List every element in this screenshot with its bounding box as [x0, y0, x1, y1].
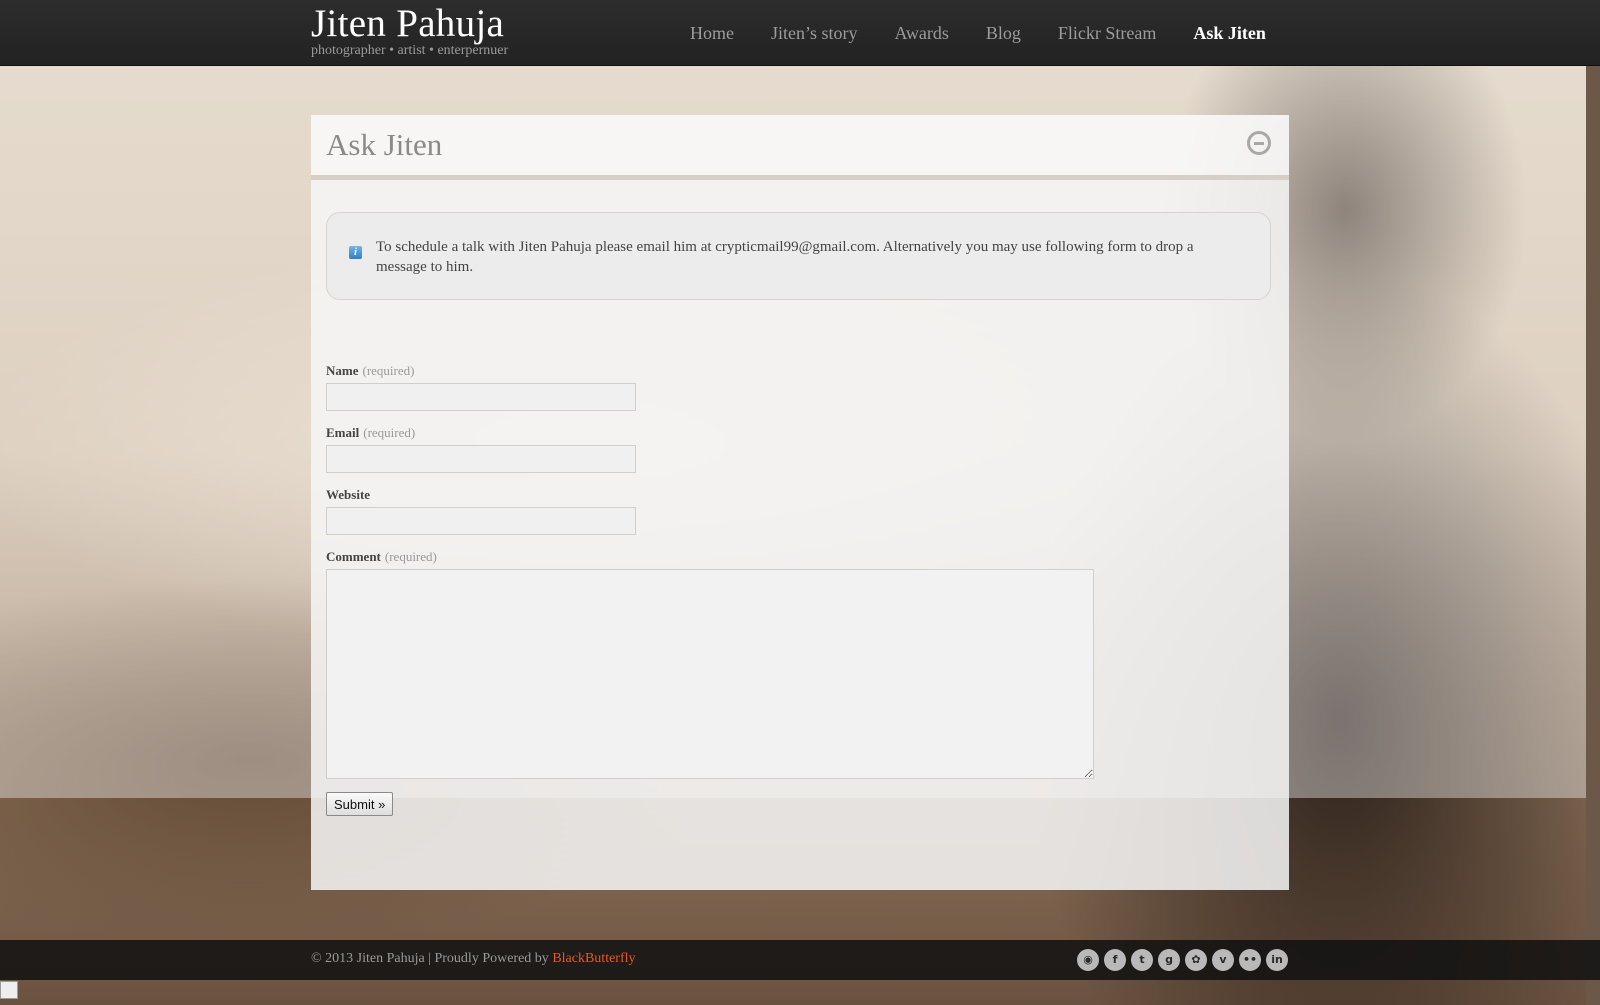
- twitter-icon[interactable]: t: [1131, 949, 1153, 971]
- comment-label: Comment (required): [326, 549, 437, 565]
- comment-textarea[interactable]: [326, 569, 1094, 779]
- google-plus-icon[interactable]: g: [1158, 949, 1180, 971]
- info-message-text: To schedule a talk with Jiten Pahuja ple…: [376, 239, 1194, 275]
- comment-required-note: (required): [384, 549, 437, 564]
- panel-header: Ask Jiten: [311, 115, 1289, 180]
- site-tagline: photographer • artist • enterpernuer: [311, 43, 509, 58]
- facebook-icon[interactable]: f: [1104, 949, 1126, 971]
- page-edge: [1586, 65, 1600, 1005]
- email-label-text: Email: [326, 425, 360, 440]
- collapse-icon[interactable]: [1247, 131, 1271, 155]
- picasa-icon[interactable]: ✿: [1185, 949, 1207, 971]
- copyright-text: © 2013 Jiten Pahuja | Proudly Powered by: [311, 951, 553, 966]
- main-nav: Home Jiten’s story Awards Blog Flickr St…: [690, 20, 1266, 46]
- nav-ask-jiten[interactable]: Ask Jiten: [1193, 20, 1266, 46]
- vimeo-icon[interactable]: v: [1212, 949, 1234, 971]
- name-required-note: (required): [362, 363, 415, 378]
- nav-flickr-stream[interactable]: Flickr Stream: [1058, 20, 1156, 46]
- name-label-text: Name: [326, 363, 359, 378]
- info-icon: i: [349, 246, 362, 259]
- info-message-box: i To schedule a talk with Jiten Pahuja p…: [326, 212, 1271, 300]
- site-brand[interactable]: Jiten Pahuja photographer • artist • ent…: [311, 2, 508, 58]
- top-navigation-bar: Jiten Pahuja photographer • artist • ent…: [0, 0, 1600, 66]
- website-label-text: Website: [326, 487, 371, 502]
- footer-copyright: © 2013 Jiten Pahuja | Proudly Powered by…: [311, 951, 636, 967]
- website-label: Website: [326, 487, 370, 503]
- footer: © 2013 Jiten Pahuja | Proudly Powered by…: [0, 940, 1600, 980]
- linkedin-icon[interactable]: in: [1266, 949, 1288, 971]
- email-required-note: (required): [363, 425, 416, 440]
- site-title[interactable]: Jiten Pahuja: [311, 2, 508, 46]
- comment-label-text: Comment: [326, 549, 381, 564]
- nav-awards[interactable]: Awards: [895, 20, 949, 46]
- content-panel: Ask Jiten i To schedule a talk with Jite…: [311, 115, 1289, 890]
- name-input[interactable]: [326, 383, 636, 411]
- email-input[interactable]: [326, 445, 636, 473]
- submit-button[interactable]: Submit »: [326, 792, 394, 816]
- website-input[interactable]: [326, 507, 636, 535]
- email-label: Email (required): [326, 425, 415, 441]
- page-title: Ask Jiten: [326, 127, 443, 162]
- nav-blog[interactable]: Blog: [986, 20, 1021, 46]
- rss-icon[interactable]: ◉: [1077, 949, 1099, 971]
- broken-image-icon: [0, 981, 18, 999]
- name-label: Name (required): [326, 363, 414, 379]
- flickr-icon[interactable]: ••: [1239, 949, 1261, 971]
- blackbutterfly-link[interactable]: BlackButterfly: [552, 951, 635, 966]
- nav-jitens-story[interactable]: Jiten’s story: [771, 20, 858, 46]
- nav-home[interactable]: Home: [690, 20, 734, 46]
- social-icons: ◉ f t g ✿ v •• in: [1077, 949, 1293, 971]
